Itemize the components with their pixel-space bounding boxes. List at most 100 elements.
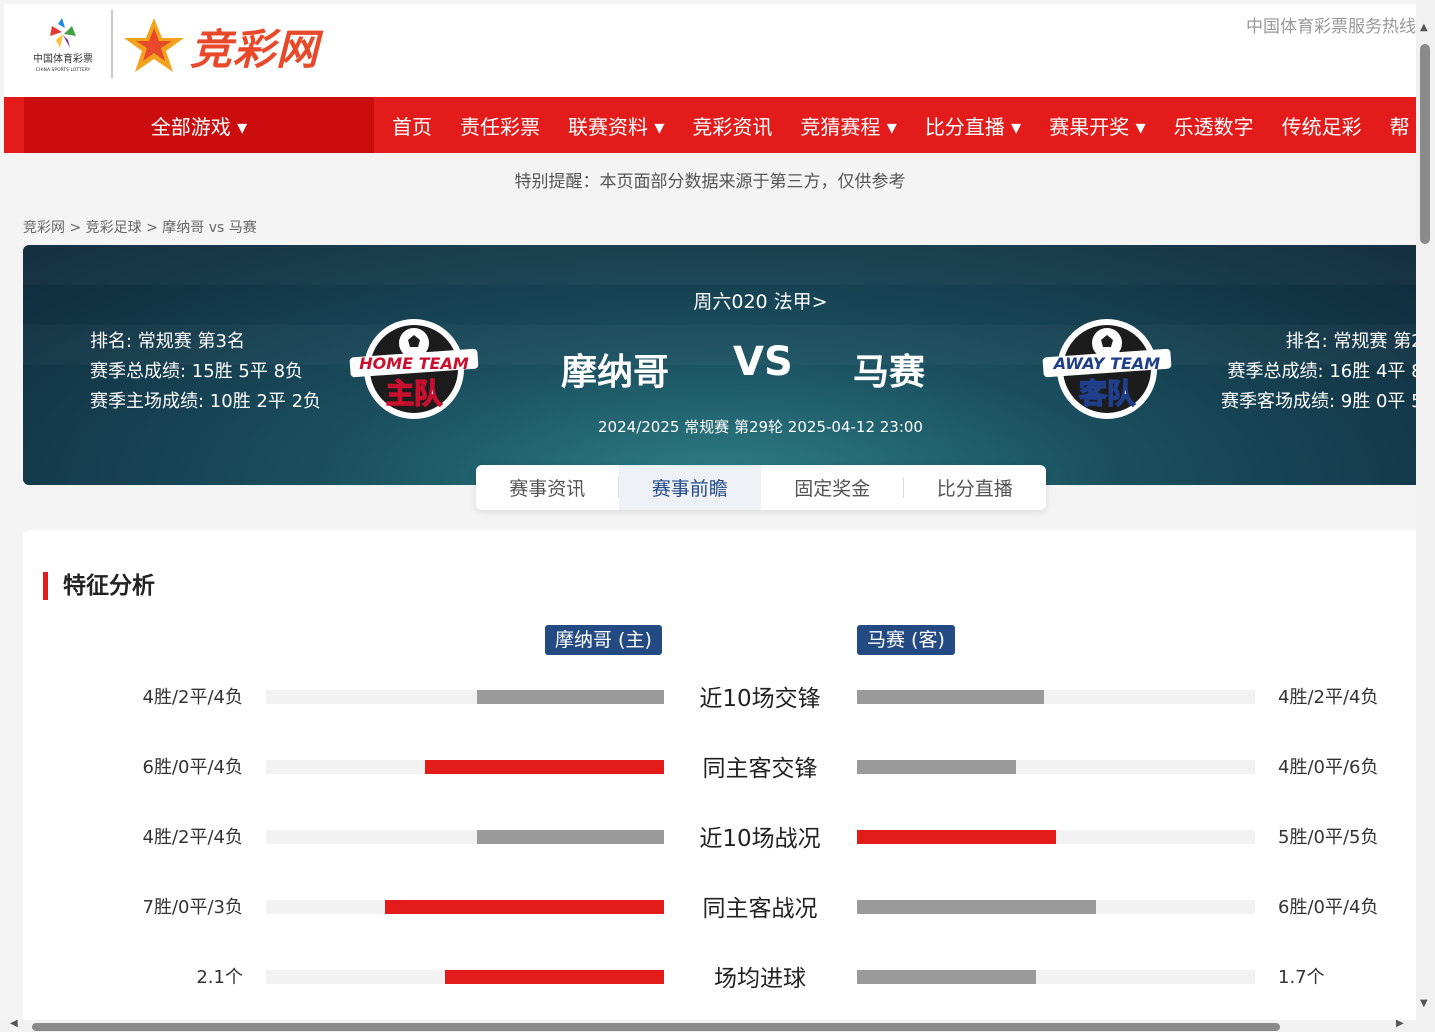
breadcrumb-item[interactable]: 竞彩足球 <box>86 220 142 236</box>
breadcrumb-current: 摩纳哥 vs 马赛 <box>162 220 257 236</box>
nav-item-help[interactable]: 帮 <box>1390 111 1410 140</box>
svg-text:主队: 主队 <box>386 377 443 410</box>
away-value: 4胜/0平/6负 <box>1278 757 1379 778</box>
nav-item-results[interactable]: 赛果开奖 ▾ <box>1049 111 1145 140</box>
scroll-down-icon[interactable]: ▼ <box>1420 998 1428 1009</box>
scroll-right-icon[interactable]: ▶ <box>1396 1018 1404 1029</box>
nav-item-home[interactable]: 首页 <box>392 111 432 140</box>
horizontal-scroll-thumb[interactable] <box>32 1023 1280 1031</box>
vs-label: VS <box>733 339 793 385</box>
horizontal-scrollbar[interactable]: ◀ ▶ <box>0 1018 1416 1032</box>
away-bar <box>857 900 1096 914</box>
away-team-name[interactable]: 马赛 <box>853 343 925 395</box>
tab-live-score[interactable]: 比分直播 <box>904 465 1047 510</box>
nav-item-league-data[interactable]: 联赛资料 ▾ <box>568 111 664 140</box>
away-value: 4胜/2平/4负 <box>1278 687 1379 708</box>
away-rank: 排名: 常规赛 第2名 <box>1285 331 1416 352</box>
away-bar-track <box>857 760 1255 774</box>
breadcrumb-separator: > <box>69 220 86 236</box>
away-bar <box>857 760 1016 774</box>
home-bar <box>477 690 664 704</box>
away-bar-track <box>857 970 1255 984</box>
star-icon <box>124 18 184 72</box>
notice-text: 特别提醒：本页面部分数据来源于第三方，仅供参考 <box>514 172 906 192</box>
breadcrumb-separator: > <box>146 220 163 236</box>
comparison-row: 4胜/2平/4负 近10场战况 5胜/0平/5负 <box>23 817 1416 857</box>
match-meta: 2024/2025 常规赛 第29轮 2025-04-12 23:00 <box>598 418 923 436</box>
section-title: 特征分析 <box>43 572 155 600</box>
svg-text:AWAY TEAM: AWAY TEAM <box>1052 354 1161 373</box>
home-rank: 排名: 常规赛 第3名 <box>90 331 245 352</box>
away-bar-track <box>857 690 1255 704</box>
nav-item-lotto[interactable]: 乐透数字 <box>1174 111 1254 140</box>
nav-item-schedule[interactable]: 竞猜赛程 ▾ <box>800 111 896 140</box>
china-sports-lottery-logo[interactable]: 中国体育彩票 CHINA SPORTS LOTTERY <box>22 14 104 76</box>
home-bar <box>425 760 664 774</box>
main-nav: 全部游戏 ▾ 首页 责任彩票 联赛资料 ▾ 竞彩资讯 竞猜赛程 ▾ 比分直播 ▾… <box>4 97 1416 153</box>
home-bar <box>477 830 664 844</box>
home-value: 4胜/2平/4负 <box>142 827 244 848</box>
svg-text:CHINA SPORTS LOTTERY: CHINA SPORTS LOTTERY <box>36 67 91 73</box>
away-bar <box>857 970 1036 984</box>
comparison-row: 2.1个 场均进球 1.7个 <box>23 957 1416 997</box>
breadcrumb-item[interactable]: 竞彩网 <box>23 220 65 236</box>
nav-items: 首页 责任彩票 联赛资料 ▾ 竞彩资讯 竞猜赛程 ▾ 比分直播 ▾ 赛果开奖 ▾… <box>378 97 1416 153</box>
nav-item-traditional[interactable]: 传统足彩 <box>1282 111 1362 140</box>
vertical-scrollbar[interactable]: ▲ ▼ <box>1416 0 1435 1032</box>
away-team-tag: 马赛 (客) <box>857 625 955 655</box>
away-bar <box>857 690 1044 704</box>
away-value: 1.7个 <box>1278 967 1325 988</box>
vertical-scroll-thumb[interactable] <box>1420 44 1430 244</box>
nav-item-responsible[interactable]: 责任彩票 <box>460 111 540 140</box>
home-home-record: 赛季主场成绩: 10胜 2平 2负 <box>90 391 322 412</box>
home-team-tag: 摩纳哥 (主) <box>545 625 662 655</box>
tab-match-info[interactable]: 赛事资讯 <box>476 465 619 510</box>
scroll-left-icon[interactable]: ◀ <box>10 1018 18 1029</box>
nav-item-news[interactable]: 竞彩资讯 <box>692 111 772 140</box>
logo-divider <box>111 10 113 78</box>
nav-item-live-score[interactable]: 比分直播 ▾ <box>925 111 1021 140</box>
scroll-up-icon[interactable]: ▲ <box>1420 22 1428 33</box>
tab-match-preview[interactable]: 赛事前瞻 <box>618 465 761 510</box>
tab-label: 固定奖金 <box>794 478 871 500</box>
home-season-record: 赛季总成绩: 15胜 5平 8负 <box>90 361 304 382</box>
metric-label: 近10场交锋 <box>699 686 821 712</box>
tab-label: 赛事前瞻 <box>651 478 728 500</box>
all-games-menu[interactable]: 全部游戏 ▾ <box>24 97 374 153</box>
away-bar-track <box>857 900 1255 914</box>
home-bar-track <box>266 900 664 914</box>
away-season-record: 赛季总成绩: 16胜 4平 8负 <box>1227 361 1416 382</box>
home-value: 4胜/2平/4负 <box>142 687 244 708</box>
metric-label: 场均进球 <box>714 966 806 992</box>
away-value: 6胜/0平/4负 <box>1278 897 1379 918</box>
svg-text:客队: 客队 <box>1079 377 1136 410</box>
league-link[interactable]: 周六020 法甲> <box>23 287 1416 314</box>
svg-text:HOME TEAM: HOME TEAM <box>359 354 469 373</box>
comparison-row: 7胜/0平/3负 同主客战况 6胜/0平/4负 <box>23 887 1416 927</box>
home-bar-track <box>266 760 664 774</box>
away-away-record: 赛季客场成绩: 9胜 0平 5负 <box>1221 391 1416 412</box>
tab-fixed-odds[interactable]: 固定奖金 <box>761 465 904 510</box>
metric-label: 同主客交锋 <box>702 756 818 782</box>
service-hotline: 中国体育彩票服务热线 <box>1246 17 1416 37</box>
away-value: 5胜/0平/5负 <box>1278 827 1379 848</box>
away-team-stats: 排名: 常规赛 第2名 赛季总成绩: 16胜 4平 8负 赛季客场成绩: 9胜 … <box>1221 327 1416 417</box>
metric-label: 同主客战况 <box>702 896 818 922</box>
home-bar <box>445 970 664 984</box>
match-banner: 周六020 法甲> 排名: 常规赛 第3名 赛季总成绩: 15胜 5平 8负 赛… <box>23 245 1416 485</box>
banner-stripe <box>23 245 1416 285</box>
home-bar-track <box>266 690 664 704</box>
home-team-badge-icon: HOME TEAM 主队 <box>349 319 479 419</box>
site-header: 中国体育彩票 CHINA SPORTS LOTTERY 竞彩网 中国体育彩票服务… <box>4 4 1416 97</box>
tab-label: 比分直播 <box>936 478 1013 500</box>
home-value: 7胜/0平/3负 <box>142 897 244 918</box>
breadcrumb: 竞彩网 > 竞彩足球 > 摩纳哥 vs 马赛 <box>23 217 257 237</box>
svg-text:中国体育彩票: 中国体育彩票 <box>33 52 93 65</box>
home-value: 2.1个 <box>196 967 243 988</box>
tab-label: 赛事资讯 <box>509 478 586 500</box>
home-team-name[interactable]: 摩纳哥 <box>561 343 669 395</box>
away-team-badge-icon: AWAY TEAM 客队 <box>1042 319 1172 419</box>
jingcai-logo[interactable]: 竞彩网 <box>122 12 362 78</box>
home-bar-track <box>266 830 664 844</box>
match-tabs: 赛事资讯 赛事前瞻 固定奖金 比分直播 <box>476 465 1046 510</box>
